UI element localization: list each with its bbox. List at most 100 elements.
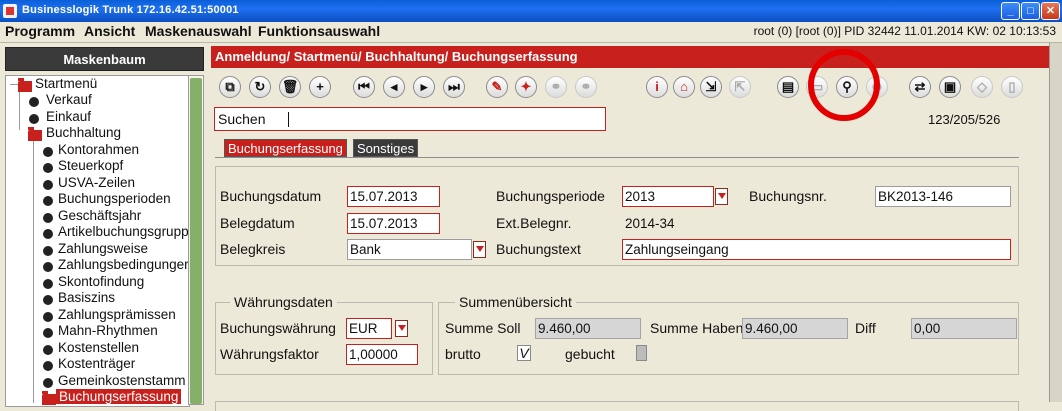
tree-item-artikelbuchungsgruppen[interactable]: Artikelbuchungsgrupp [58, 224, 189, 239]
swap-icon[interactable]: ⇄ [909, 76, 931, 98]
link-b-icon[interactable]: ⚭ [575, 76, 597, 98]
bullet-icon [43, 328, 53, 338]
menu-maskenauswahl[interactable]: Maskenauswahl [145, 23, 252, 39]
edit-icon[interactable]: ✎ [486, 76, 508, 98]
bullet-icon [43, 361, 53, 371]
summen-group: Summenübersicht Summe Soll 9.460,00 Summ… [438, 294, 1019, 375]
buchungswaehrung-select[interactable]: EUR [346, 318, 392, 339]
link-a-icon[interactable]: ⚭ [545, 76, 567, 98]
refresh-icon[interactable]: ↻ [249, 76, 271, 98]
bullet-icon [29, 114, 39, 124]
bullet-icon [29, 97, 39, 107]
export-icon[interactable]: ⇱ [729, 76, 751, 98]
belegkreis-select[interactable]: Bank [347, 239, 472, 260]
menu-programm[interactable]: Programm [5, 23, 75, 39]
tree-item-zahlungspraemissen[interactable]: Zahlungsprämissen [58, 307, 176, 322]
buchungswaehrung-dropdown-button[interactable] [395, 320, 408, 337]
summe-soll-field: 9.460,00 [535, 318, 641, 339]
info-icon[interactable]: i [646, 76, 668, 98]
belegdatum-field[interactable]: 15.07.2013 [347, 213, 440, 234]
prev-record-icon[interactable]: ◂ [383, 76, 405, 98]
bullet-icon [43, 147, 53, 157]
ext-belegnr-field[interactable]: 2014-34 [622, 213, 727, 234]
mask-tree-header: Maskenbaum [5, 47, 204, 71]
buchungsperiode-select[interactable]: 2013 [622, 186, 714, 207]
text-caret [288, 112, 289, 127]
app-icon [3, 4, 17, 18]
tree-item-basiszins[interactable]: Basiszins [58, 290, 115, 305]
breadcrumb: Anmeldung/ Startmenü/ Buchhaltung/ Buchu… [211, 46, 1056, 68]
tree-root-startmenu[interactable]: Startmenü [35, 76, 97, 91]
tree-item-zahlungsbedingungen[interactable]: Zahlungsbedingunger [58, 257, 189, 272]
record-counter: 123/205/526 [928, 112, 1001, 127]
waehrungsfaktor-field[interactable]: 1,00000 [346, 344, 418, 365]
next-group-edge [215, 401, 1019, 411]
close-button[interactable]: ✕ [1041, 2, 1060, 20]
summe-haben-label: Summe Haben [650, 320, 744, 336]
folder-icon [18, 78, 32, 92]
menu-ansicht[interactable]: Ansicht [84, 23, 135, 39]
window-icon[interactable]: ⧉ [219, 76, 241, 98]
tree-item-skontofindung[interactable]: Skontofindung [58, 274, 144, 289]
tree-item-steuerkopf[interactable]: Steuerkopf [58, 158, 123, 173]
pin-icon[interactable]: ✦ [515, 76, 537, 98]
tree-item-zahlungsweise[interactable]: Zahlungsweise [58, 241, 148, 256]
home-icon[interactable]: ⌂ [673, 76, 695, 98]
window-title-bar: Businesslogik Trunk 172.16.42.51:50001 _… [0, 0, 1062, 22]
tree-item-mahn-rhythmen[interactable]: Mahn-Rhythmen [58, 323, 158, 338]
buchungsdatum-field[interactable]: 15.07.2013 [347, 186, 440, 207]
waehrung-legend: Währungsdaten [230, 294, 337, 310]
tree-item-gemeinkostenstamm[interactable]: Gemeinkostenstamm [58, 373, 186, 388]
search-input[interactable]: Suchen [214, 107, 606, 131]
trash-icon[interactable]: 🗑 [279, 76, 301, 98]
last-record-icon[interactable]: ⏭ [443, 76, 465, 98]
buchungstext-field[interactable]: Zahlungseingang [622, 239, 1011, 260]
import-icon[interactable]: ⇲ [700, 76, 722, 98]
tree-scrollbar-thumb[interactable] [190, 78, 202, 404]
main-panel: Anmeldung/ Startmenü/ Buchhaltung/ Buchu… [211, 43, 1056, 411]
tree-item-geschaeftsjahr[interactable]: Geschäftsjahr [58, 208, 141, 223]
tree-item-kostentraeger[interactable]: Kostenträger [58, 356, 135, 371]
tree-item-einkauf[interactable]: Einkauf [46, 109, 91, 124]
next-record-icon[interactable]: ▸ [413, 76, 435, 98]
buchungsnr-field[interactable]: BK2013-146 [875, 186, 1011, 207]
gebucht-label: gebucht [565, 346, 615, 362]
bullet-icon [43, 196, 53, 206]
diff-label: Diff [855, 320, 876, 336]
tree-scrollbar[interactable] [188, 75, 204, 405]
bullet-icon [43, 295, 53, 305]
search-label: Suchen [218, 111, 266, 127]
document-icon[interactable]: ▤ [777, 76, 799, 98]
brutto-label: brutto [445, 346, 481, 362]
tree-item-verkauf[interactable]: Verkauf [46, 92, 92, 107]
tree-item-usva-zeilen[interactable]: USVA-Zeilen [58, 175, 135, 190]
maximize-button[interactable]: □ [1021, 2, 1040, 20]
tab-buchungserfassung[interactable]: Buchungserfassung [224, 139, 347, 157]
print-icon[interactable]: ▣ [939, 76, 961, 98]
tab-sonstiges[interactable]: Sonstiges [353, 139, 419, 157]
tree-item-kontorahmen[interactable]: Kontorahmen [58, 142, 139, 157]
first-record-icon[interactable]: ⏮ [353, 76, 375, 98]
summen-legend: Summenübersicht [455, 294, 576, 310]
menu-funktionsauswahl[interactable]: Funktionsauswahl [258, 23, 380, 39]
bullet-icon [43, 229, 53, 239]
buchungsperiode-label: Buchungsperiode [496, 188, 605, 204]
folder-icon [42, 391, 56, 405]
belegkreis-dropdown-button[interactable] [473, 241, 486, 258]
plus-icon[interactable]: + [309, 76, 331, 98]
file-icon[interactable]: ▯ [1001, 76, 1023, 98]
session-status: root (0) [root (0)] PID 32442 11.01.2014… [753, 24, 1056, 38]
tab-divider [215, 157, 1019, 158]
belegdatum-label: Belegdatum [220, 215, 295, 231]
buchungswaehrung-label: Buchungswährung [220, 320, 336, 336]
brutto-checkbox[interactable]: V [517, 345, 531, 361]
tree-item-kostenstellen[interactable]: Kostenstellen [58, 340, 139, 355]
tag-icon[interactable]: ◇ [971, 76, 993, 98]
tree-item-buchhaltung[interactable]: Buchhaltung [46, 125, 121, 140]
buchungsperiode-dropdown-button[interactable] [715, 188, 728, 205]
tree-item-buchungsperioden[interactable]: Buchungsperioden [58, 191, 171, 206]
diff-field: 0,00 [911, 318, 1017, 339]
main-scrollbar[interactable] [1049, 43, 1062, 402]
bullet-icon [43, 213, 53, 223]
minimize-button[interactable]: _ [1001, 2, 1020, 20]
